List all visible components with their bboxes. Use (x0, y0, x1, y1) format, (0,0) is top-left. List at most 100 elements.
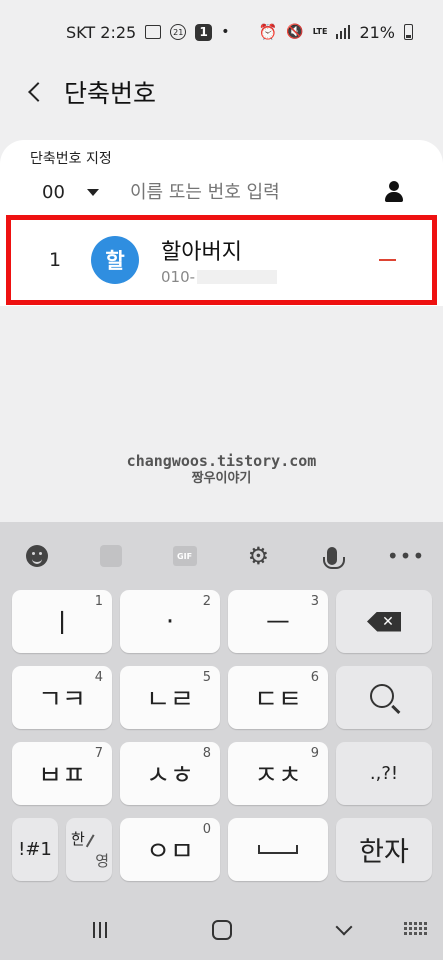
key-2-label: · (165, 606, 175, 637)
key-4-label: ㄱㅋ (38, 685, 86, 715)
entry-number: 1 (49, 249, 62, 271)
emoji-icon (25, 545, 48, 567)
more-icon: ••• (386, 544, 426, 568)
key-7[interactable]: ㅂㅍ 7 (12, 742, 112, 805)
hanja-key-label: 한자 (359, 837, 409, 868)
signal-icon (336, 25, 351, 39)
badge-fill-icon: 1 (195, 23, 213, 41)
number-dropdown[interactable]: 00 (0, 182, 120, 203)
search-icon (370, 683, 394, 708)
battery-percent: 21% (359, 22, 395, 42)
remove-icon[interactable] (379, 259, 396, 261)
gear-icon: ⚙ (247, 542, 270, 570)
sticker-button[interactable] (96, 541, 126, 571)
number-dropdown-value: 00 (42, 181, 65, 203)
recent-apps-icon[interactable] (92, 922, 107, 938)
keyboard: GIF ⚙ ••• ㅣ 1 · 2 ㅡ 3 ✕ ㄱㅋ 4 ㄴㄹ 5 ㄷㅌ 6 ㅂ… (0, 522, 443, 900)
keyboard-toolbar: GIF ⚙ ••• (0, 536, 443, 576)
more-notifications-dot: • (221, 24, 230, 40)
space-icon (258, 845, 298, 854)
key-9-label: ㅈㅊ (254, 761, 302, 791)
language-toggle-key[interactable]: 한 영 (66, 818, 112, 881)
space-key[interactable] (228, 818, 328, 881)
punctuation-key-label: .,?! (369, 763, 399, 784)
page-title: 단축번호 (64, 79, 157, 108)
backspace-key[interactable]: ✕ (336, 590, 432, 653)
key-6-num: 6 (310, 670, 319, 685)
contact-head (389, 181, 399, 191)
contact-body (385, 192, 403, 202)
phone-prefix: 010- (161, 268, 196, 286)
punctuation-key[interactable]: .,?! (336, 742, 432, 805)
lang-english: 영 (95, 851, 109, 870)
key-3-label: ㅡ (266, 609, 290, 639)
key-5-label: ㄴㄹ (146, 685, 194, 715)
key-8[interactable]: ㅅㅎ 8 (120, 742, 220, 805)
key-3-num: 3 (310, 594, 319, 609)
speed-dial-entry[interactable]: 1 할 할아버지 010- (6, 215, 437, 305)
contact-picker-icon[interactable] (385, 181, 403, 203)
gif-icon: GIF (172, 546, 197, 566)
name-or-number-input[interactable] (120, 181, 375, 203)
key-1[interactable]: ㅣ 1 (12, 590, 112, 653)
navigation-bar (0, 900, 443, 960)
key-9-num: 9 (310, 746, 319, 761)
watermark-url: changwoos.tistory.com (126, 452, 317, 470)
back-nav-icon[interactable] (335, 918, 353, 936)
watermark-blog: 짱우이야기 (191, 471, 252, 486)
key-1-label: ㅣ (50, 609, 74, 639)
key-0[interactable]: ㅇㅁ 0 (120, 818, 220, 881)
status-left: SKT 2:25 21 1 • (66, 23, 229, 42)
gallery-notification-icon (145, 25, 162, 39)
watermark: changwoos.tistory.com 짱우이야기 (0, 452, 443, 488)
status-right: ⏰ 🔇 LTE 21% (259, 23, 413, 42)
mute-icon: 🔇 (286, 24, 304, 40)
keyboard-switch-icon[interactable] (404, 922, 427, 935)
key-0-label: ㅇㅁ (146, 837, 194, 867)
key-9[interactable]: ㅈㅊ 9 (228, 742, 328, 805)
lang-korean: 한 (71, 829, 85, 848)
key-8-label: ㅅㅎ (146, 761, 194, 791)
avatar: 할 (91, 236, 139, 284)
alarm-icon: ⏰ (258, 23, 278, 41)
key-4[interactable]: ㄱㅋ 4 (12, 666, 112, 729)
more-button[interactable]: ••• (387, 541, 424, 571)
key-1-num: 1 (94, 594, 103, 609)
key-3[interactable]: ㅡ 3 (228, 590, 328, 653)
key-5-num: 5 (202, 670, 211, 685)
backspace-icon: ✕ (367, 611, 401, 632)
entry-name: 할아버지 (161, 240, 242, 265)
key-2[interactable]: · 2 (120, 590, 220, 653)
status-bar: SKT 2:25 21 1 • ⏰ 🔇 LTE 21% (0, 0, 443, 64)
badge-circle-icon: 21 (170, 24, 187, 40)
gif-button[interactable]: GIF (170, 541, 200, 571)
search-key[interactable] (336, 666, 432, 729)
lte-icon: LTE (312, 27, 328, 36)
entry-text: 할아버지 010- (161, 234, 278, 286)
symbols-key[interactable]: !#1 (12, 818, 58, 881)
symbols-key-label: !#1 (18, 839, 52, 860)
key-4-num: 4 (94, 670, 103, 685)
lang-slash (85, 833, 95, 847)
voice-input-button[interactable] (317, 541, 347, 571)
battery-icon (404, 24, 413, 40)
key-8-num: 8 (202, 746, 211, 761)
emoji-button[interactable] (22, 541, 52, 571)
home-icon[interactable] (212, 920, 233, 940)
key-0-num: 0 (202, 822, 211, 837)
mic-icon (323, 547, 346, 569)
key-7-num: 7 (94, 746, 103, 761)
assign-label: 단축번호 지정 (30, 151, 112, 167)
key-6[interactable]: ㄷㅌ 6 (228, 666, 328, 729)
hanja-key[interactable]: 한자 (336, 818, 432, 881)
key-2-num: 2 (202, 594, 211, 609)
settings-button[interactable]: ⚙ (243, 541, 273, 571)
back-arrow-icon (28, 82, 48, 102)
entry-phone: 010- (161, 268, 278, 286)
key-7-label: ㅂㅍ (38, 761, 86, 791)
phone-redacted (197, 270, 278, 284)
key-6-label: ㄷㅌ (254, 685, 302, 715)
key-5[interactable]: ㄴㄹ 5 (120, 666, 220, 729)
app-bar: 단축번호 (0, 64, 443, 120)
carrier-time: SKT 2:25 (66, 22, 137, 42)
